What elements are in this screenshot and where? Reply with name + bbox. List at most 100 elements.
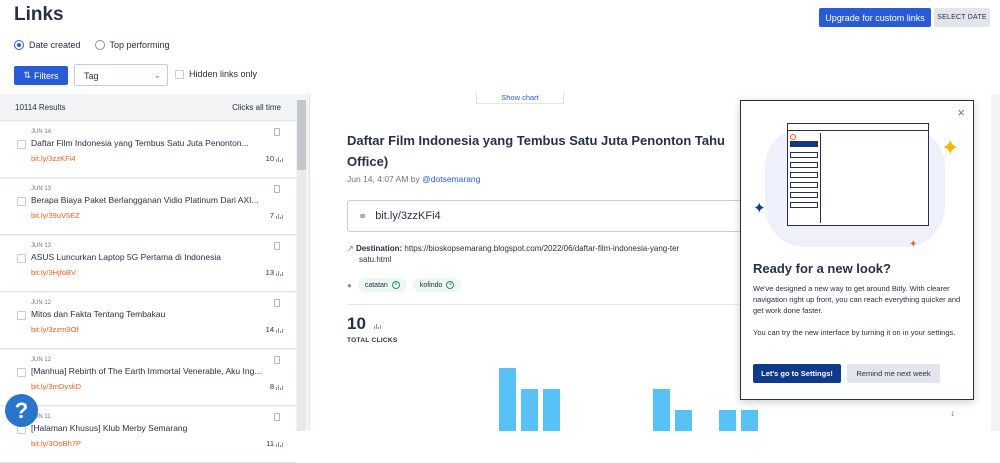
chart-bar <box>499 368 516 431</box>
copy-icon[interactable] <box>274 413 280 421</box>
item-title: Mitos dan Fakta Tentang Tembakau <box>31 309 166 319</box>
item-clicks: 10 <box>266 154 283 163</box>
illustration-nav <box>790 202 818 208</box>
short-link-box[interactable]: ⚭ bit.ly/3zzKFi4 <box>347 200 747 232</box>
destination-label: Destination: <box>355 244 403 253</box>
show-chart-button[interactable]: Show chart <box>476 91 564 104</box>
author-link[interactable]: @dotsemarang <box>422 174 480 184</box>
item-checkbox[interactable] <box>17 140 26 149</box>
item-date: JUN 12 <box>31 300 52 306</box>
links-list-panel: 10114 Results Clicks all time JUN 14 Daft… <box>0 94 310 463</box>
item-checkbox[interactable] <box>17 254 26 263</box>
close-icon[interactable]: × <box>391 281 400 289</box>
copy-icon[interactable] <box>274 185 280 193</box>
bar-chart-icon <box>373 323 381 329</box>
help-button[interactable]: ? <box>5 394 38 427</box>
bar-chart-icon <box>276 384 283 390</box>
select-date-button[interactable]: SELECT DATE <box>934 8 990 27</box>
destination: ↗ Destination: https://bioskopsemarang.b… <box>347 243 747 265</box>
filters-label: Filters <box>34 70 59 81</box>
sort-radio-group: Date created Top performing <box>14 40 170 50</box>
tag-icon: ● <box>347 280 352 290</box>
bitly-logo-icon <box>790 134 796 140</box>
link-meta: Jun 14, 4:07 AM by @dotsemarang <box>347 174 480 184</box>
copy-icon[interactable] <box>274 356 280 364</box>
tag-label: catatan <box>364 281 388 289</box>
copy-icon[interactable] <box>274 128 280 136</box>
tag-select[interactable]: Tag ⌄ <box>74 64 168 86</box>
go-to-settings-button[interactable]: Let's go to Settings! <box>753 364 841 383</box>
illustration-nav <box>790 172 818 178</box>
list-item[interactable]: JUN 14 Daftar Film Indonesia yang Tembus … <box>0 122 296 178</box>
short-link[interactable]: bit.ly/3zzKFi4 <box>375 210 440 222</box>
item-short-link[interactable]: bit.ly/3zzKFi4 <box>31 154 76 163</box>
sort-option-label: Top performing <box>109 40 170 50</box>
destination-url[interactable]: https://bioskopsemarang.blogspot.com/202… <box>404 244 679 253</box>
link-icon: ⚭ <box>358 210 368 223</box>
close-icon[interactable]: × <box>446 281 455 289</box>
filters-button[interactable]: ⇅ Filters <box>14 66 68 85</box>
destination-url-cont[interactable]: satu.html <box>347 255 391 264</box>
illustration-nav <box>790 152 818 158</box>
item-checkbox[interactable] <box>17 197 26 206</box>
bar-chart-icon <box>276 441 283 447</box>
item-checkbox[interactable] <box>17 368 26 377</box>
item-click-count: 14 <box>265 325 274 334</box>
copy-icon[interactable] <box>274 299 280 307</box>
list-scrollbar[interactable] <box>297 100 306 431</box>
link-title-line: Daftar Film Indonesia yang Tembus Satu J… <box>347 133 726 148</box>
item-title: ASUS Luncurkan Laptop 5G Pertama di Indo… <box>31 252 221 262</box>
item-click-count: 11 <box>266 439 274 448</box>
item-short-link[interactable]: bit.ly/3zzm9Of <box>31 325 79 334</box>
clicks-all-time-label: Clicks all time <box>232 102 281 112</box>
modal-body: We've designed a new way to get around B… <box>753 283 965 349</box>
filter-icon: ⇅ <box>23 70 32 80</box>
item-date: JUN 13 <box>31 186 52 192</box>
link-title-line: Office) <box>347 154 389 169</box>
close-icon[interactable]: × <box>957 105 965 120</box>
created-date: Jun 14, 4:07 AM by <box>347 174 423 184</box>
tag-chip[interactable]: catatan × <box>357 278 407 292</box>
copy-icon[interactable] <box>274 242 280 250</box>
results-count: 10114 Results <box>15 102 66 112</box>
detail-scrollbar[interactable] <box>991 94 1000 431</box>
illustration-nav <box>790 192 818 198</box>
upgrade-button[interactable]: Upgrade for custom links <box>819 8 931 27</box>
redirect-icon: ↗ <box>347 244 354 253</box>
list-item[interactable]: JUN 12 [Manhua] Rebirth of The Earth Immo… <box>0 350 296 406</box>
illustration-nav <box>790 162 818 168</box>
new-look-modal: × ✦ ✦ ✦ Ready for a new look? We've desi… <box>740 100 974 400</box>
list-item[interactable]: JUN 13 Berapa Biaya Paket Berlangganan Vi… <box>0 179 296 235</box>
sparkle-icon: ✦ <box>941 135 960 160</box>
sparkle-icon: ✦ <box>753 200 766 217</box>
sort-top-performing-radio[interactable]: Top performing <box>94 40 170 50</box>
item-click-count: 7 <box>269 211 274 220</box>
item-short-link[interactable]: bit.ly/3OoBh7P <box>31 439 81 448</box>
sort-option-label: Date created <box>29 40 81 50</box>
chart-bar <box>521 389 538 431</box>
chart-bar <box>675 410 692 431</box>
bar-chart-icon <box>276 270 283 276</box>
item-date: JUN 14 <box>31 129 52 135</box>
item-clicks: 13 <box>266 268 283 277</box>
list-item[interactable]: JUN 13 ASUS Luncurkan Laptop 5G Pertama d… <box>0 236 296 292</box>
list-header: 10114 Results Clicks all time <box>0 94 296 121</box>
list-item[interactable]: JUN 11 [Halaman Khusus] Klub Merby Semara… <box>0 407 296 463</box>
bar-chart-icon <box>276 213 283 219</box>
remind-me-button[interactable]: Remind me next week <box>847 364 940 383</box>
list-item[interactable]: JUN 12 Mitos dan Fakta Tentang Tembakau bi… <box>0 293 296 349</box>
chevron-down-icon: ⌄ <box>153 70 161 80</box>
hidden-links-checkbox[interactable]: Hidden links only <box>175 69 257 79</box>
sort-date-created-radio[interactable]: Date created <box>14 40 81 50</box>
total-clicks-number: 10 <box>347 314 366 333</box>
scrollbar-thumb[interactable] <box>297 100 306 170</box>
chart-bar <box>543 389 560 431</box>
item-short-link[interactable]: bit.ly/3mDyskD <box>31 382 81 391</box>
tag-chip[interactable]: kofindo × <box>412 278 462 292</box>
item-checkbox[interactable] <box>17 311 26 320</box>
item-short-link[interactable]: bit.ly/3HjfoBV <box>31 268 76 277</box>
item-click-count: 8 <box>269 382 274 391</box>
item-clicks: 11 <box>266 439 283 448</box>
item-short-link[interactable]: bit.ly/39uV5EZ <box>31 211 80 220</box>
item-click-count: 13 <box>265 268 274 277</box>
